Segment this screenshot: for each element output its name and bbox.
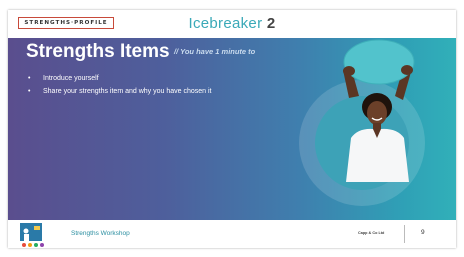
logo-dot-orange	[28, 243, 32, 247]
workshop-logo-icon	[20, 223, 44, 247]
page-subtitle: // You have 1 minute to	[174, 47, 256, 56]
logo-dot-purple	[40, 243, 44, 247]
logo-dot-green	[34, 243, 38, 247]
slide-footer: Strengths Workshop Capp & Co Ltd 9	[8, 220, 456, 248]
slide: STRENGTHS·PROFILE Icebreaker 2 Strengths…	[8, 10, 456, 248]
face-shape	[367, 101, 387, 125]
footer-title: Strengths Workshop	[71, 230, 130, 237]
bullet-list: Introduce yourself Share your strengths …	[26, 74, 246, 100]
footer-divider	[404, 225, 405, 243]
logo-figure-body	[24, 234, 29, 241]
page-title: Strengths Items	[26, 41, 170, 62]
logo-board-detail	[34, 226, 40, 230]
page-number: 9	[421, 229, 425, 236]
footer-brand: Capp & Co Ltd	[358, 231, 385, 235]
right-hand-shape	[401, 65, 413, 75]
logo-figure-head	[23, 228, 29, 234]
bullet-item: Share your strengths item and why you ha…	[26, 87, 246, 96]
left-hand-shape	[343, 66, 355, 76]
logo-board-shape	[20, 223, 42, 241]
bullet-item: Introduce yourself	[26, 74, 246, 83]
logo-dot-red	[22, 243, 26, 247]
